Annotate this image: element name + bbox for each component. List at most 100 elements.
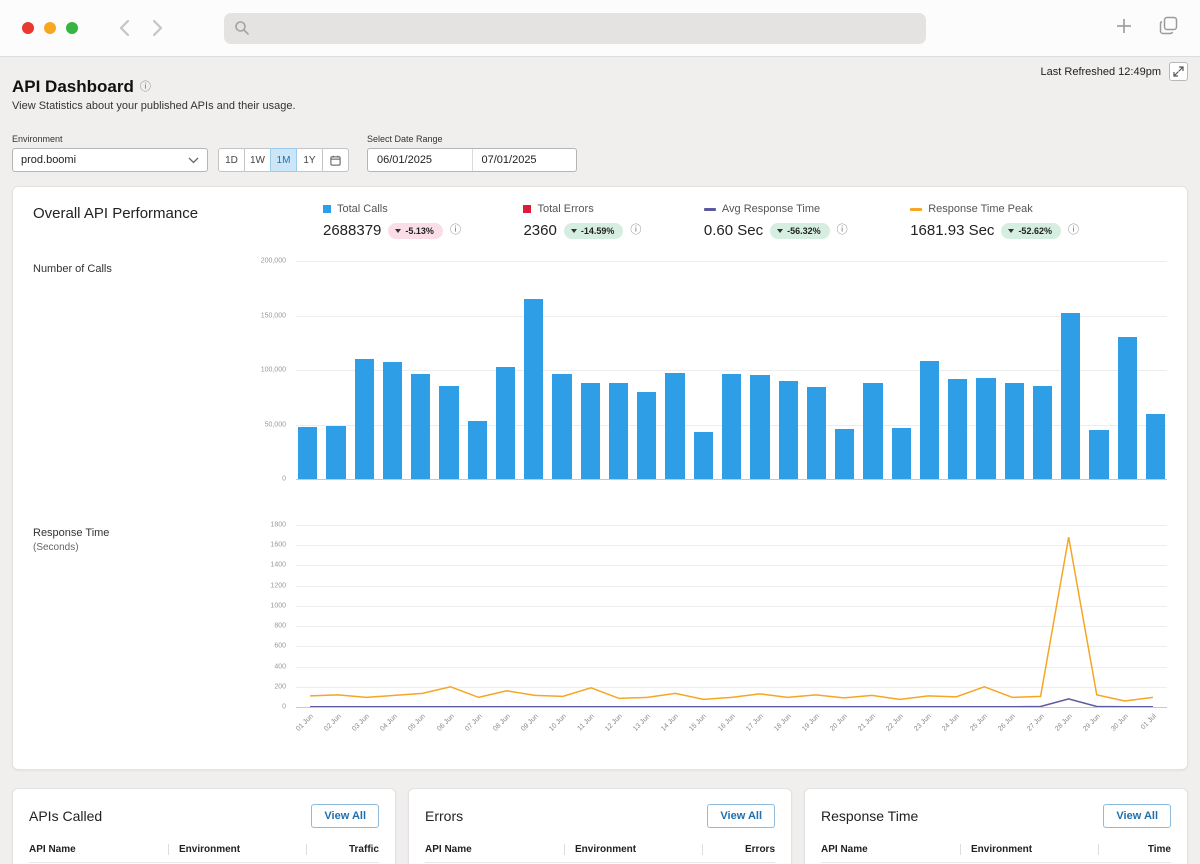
response-time-line-chart <box>296 525 1167 707</box>
calendar-icon <box>330 155 341 166</box>
range-button-1m[interactable]: 1M <box>270 148 297 172</box>
performance-card-title: Overall API Performance <box>33 203 323 222</box>
metric-label: Avg Response Time <box>722 203 820 215</box>
metric-label: Total Errors <box>537 203 593 215</box>
date-range-label: Select Date Range <box>367 134 577 144</box>
date-range-inputs: 06/01/2025 07/01/2025 <box>367 148 577 172</box>
column-environment: Environment <box>575 844 703 855</box>
y-tick-label: 0 <box>282 704 286 711</box>
y-tick-label: 1000 <box>270 602 286 609</box>
x-tick-label: 22 Jun <box>885 713 905 733</box>
forward-button[interactable] <box>148 18 166 38</box>
x-tick-label: 17 Jun <box>745 713 765 733</box>
search-icon <box>234 20 250 36</box>
page-title: API Dashboard <box>12 77 134 97</box>
y-tick-label: 400 <box>274 663 286 670</box>
card-title: Errors <box>425 808 463 824</box>
chevron-right-icon <box>154 21 161 35</box>
x-tick-label: 09 Jun <box>520 713 540 733</box>
metric-info-icon[interactable]: ⓘ <box>1068 225 1079 236</box>
delta-badge: -56.32% <box>770 223 830 239</box>
x-tick-label: 04 Jun <box>379 713 399 733</box>
delta-badge: -52.62% <box>1001 223 1061 239</box>
expand-button[interactable] <box>1169 62 1188 81</box>
x-tick-label: 25 Jun <box>969 713 989 733</box>
metric-info-icon[interactable]: ⓘ <box>630 225 641 236</box>
calls-bar <box>920 361 939 479</box>
expand-icon <box>1173 66 1184 77</box>
calls-bar <box>1005 383 1024 479</box>
calls-bar <box>524 299 543 479</box>
avg-response-legend-marker <box>704 208 716 211</box>
triangle-down-icon <box>777 229 783 233</box>
calls-bar <box>722 374 741 479</box>
x-tick-label: 14 Jun <box>660 713 680 733</box>
triangle-down-icon <box>1008 229 1014 233</box>
calendar-button[interactable] <box>322 148 349 172</box>
metric-info-icon[interactable]: ⓘ <box>837 225 848 236</box>
close-window-button[interactable] <box>22 22 34 34</box>
last-refreshed-label: Last Refreshed 12:49pm <box>1041 66 1161 78</box>
calls-bar <box>665 373 684 479</box>
view-all-response-time-button[interactable]: View All <box>1103 804 1171 828</box>
calls-bar <box>1118 337 1137 479</box>
browser-toolbar <box>0 0 1200 57</box>
y-tick-label: 1800 <box>270 522 286 529</box>
x-tick-label: 01 Jun <box>295 713 315 733</box>
calls-bar <box>892 428 911 479</box>
x-tick-label: 06 Jun <box>436 713 456 733</box>
y-tick-label: 200 <box>274 683 286 690</box>
back-button[interactable] <box>116 18 134 38</box>
calls-bar <box>1089 430 1108 479</box>
calls-bar <box>298 427 317 479</box>
metric-response-time-peak: Response Time Peak 1681.93 Sec -52.62% ⓘ <box>910 203 1079 239</box>
response-peak-legend-marker <box>910 208 922 211</box>
view-all-errors-button[interactable]: View All <box>707 804 775 828</box>
x-tick-label: 21 Jun <box>857 713 877 733</box>
line-chart-axis-title: Response Time <box>33 527 238 539</box>
y-tick-label: 1400 <box>270 562 286 569</box>
maximize-window-button[interactable] <box>66 22 78 34</box>
range-button-1y[interactable]: 1Y <box>296 148 323 172</box>
tabs-icon <box>1159 16 1178 35</box>
calls-bar <box>694 432 713 479</box>
x-tick-label: 10 Jun <box>548 713 568 733</box>
calls-bar <box>581 383 600 479</box>
errors-card: Errors View All API Name Environment Err… <box>408 788 792 864</box>
new-tab-button[interactable] <box>1115 17 1133 40</box>
column-api-name: API Name <box>425 844 565 855</box>
tab-overview-button[interactable] <box>1159 16 1178 40</box>
calls-bar <box>439 386 458 479</box>
calls-bar <box>355 359 374 479</box>
y-tick-label: 100,000 <box>261 367 286 374</box>
metric-info-icon[interactable]: ⓘ <box>450 225 461 236</box>
calls-bar <box>552 374 571 479</box>
environment-select[interactable]: prod.boomi <box>12 148 208 172</box>
y-tick-label: 50,000 <box>265 421 286 428</box>
page-info-icon[interactable]: ⓘ <box>140 82 151 93</box>
total-calls-legend-marker <box>323 205 331 213</box>
total-errors-legend-marker <box>523 205 531 213</box>
avg-response-time-line <box>310 699 1153 707</box>
y-tick-label: 1600 <box>270 542 286 549</box>
environment-label: Environment <box>12 134 208 144</box>
minimize-window-button[interactable] <box>44 22 56 34</box>
metric-value: 2360 <box>523 222 556 239</box>
response-time-card: Response Time View All API Name Environm… <box>804 788 1188 864</box>
browser-address-bar[interactable] <box>224 13 926 44</box>
bar-chart-y-axis: 200,000150,000100,00050,0000 <box>238 261 296 479</box>
date-to-input[interactable]: 07/01/2025 <box>473 149 577 171</box>
range-button-1d[interactable]: 1D <box>218 148 245 172</box>
x-tick-label: 12 Jun <box>604 713 624 733</box>
date-from-input[interactable]: 06/01/2025 <box>368 149 473 171</box>
x-tick-label: 16 Jun <box>717 713 737 733</box>
x-tick-label: 07 Jun <box>464 713 484 733</box>
x-tick-label: 26 Jun <box>998 713 1018 733</box>
metric-value: 0.60 Sec <box>704 222 763 239</box>
column-api-name: API Name <box>29 844 169 855</box>
range-button-1w[interactable]: 1W <box>244 148 271 172</box>
triangle-down-icon <box>571 229 577 233</box>
view-all-apis-button[interactable]: View All <box>311 804 379 828</box>
x-tick-label: 15 Jun <box>689 713 709 733</box>
bar-chart-axis-title: Number of Calls <box>33 261 238 479</box>
